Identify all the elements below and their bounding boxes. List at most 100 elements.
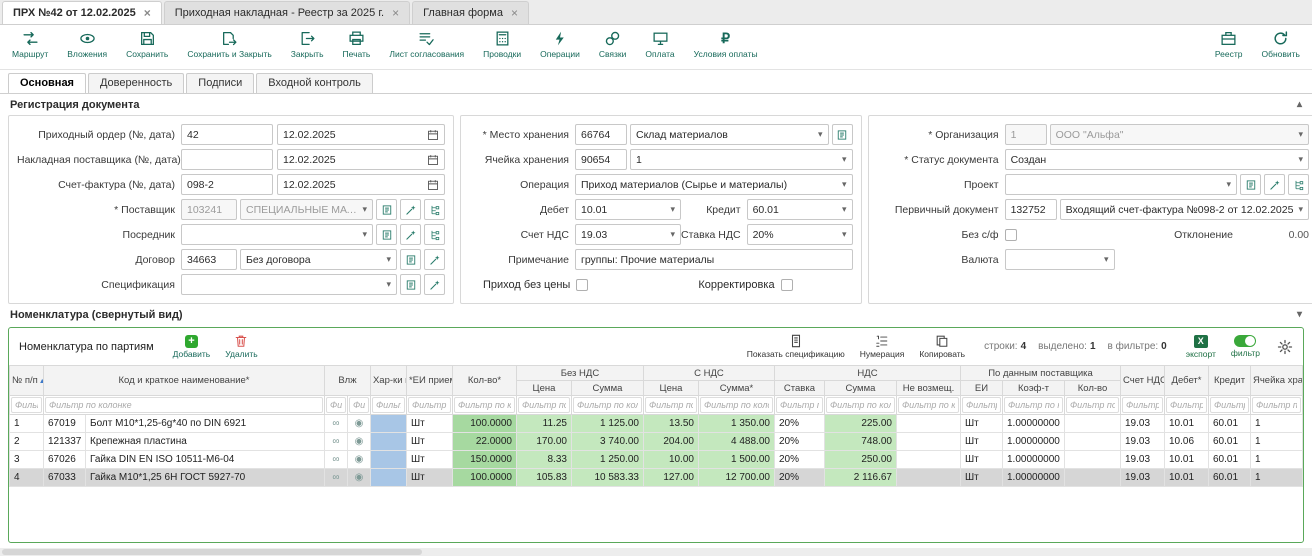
name-cell[interactable]: Гайка М10*1,25 6Н ГОСТ 5927-70	[86, 469, 325, 487]
num-cell[interactable]: 4	[10, 469, 44, 487]
close-tab-icon[interactable]: ×	[511, 7, 518, 19]
col-cell-header[interactable]: Ячейка хранения	[1251, 366, 1303, 396]
sub-price-header[interactable]: Цена	[516, 381, 571, 396]
code-cell[interactable]: 121337	[44, 433, 86, 451]
price-vat-cell[interactable]: 13.50	[643, 415, 698, 433]
chevron-down-icon[interactable]: ▾	[1221, 179, 1231, 190]
sum-vat-cell[interactable]: 1 350.00	[698, 415, 774, 433]
calendar-icon[interactable]	[427, 179, 439, 191]
sum-novat-cell[interactable]: 10 583.33	[571, 469, 643, 487]
waybill-number-input[interactable]	[181, 149, 273, 170]
filter-input[interactable]	[1210, 397, 1249, 413]
approval-sheet-button[interactable]: Лист согласования	[389, 30, 464, 59]
filter-input[interactable]	[1066, 397, 1119, 413]
vat-sum-cell[interactable]: 748.00	[824, 433, 896, 451]
invoice-number-input[interactable]: 098-2	[181, 174, 273, 195]
status-select[interactable]: Создан▾	[1005, 149, 1309, 170]
filter-input[interactable]	[454, 397, 515, 413]
link-cell[interactable]: ∞	[324, 433, 347, 451]
chevron-down-icon[interactable]: ▾	[357, 229, 367, 240]
sub-coef-header[interactable]: Коэф-т	[1003, 381, 1065, 396]
vat-nonrefund-cell[interactable]	[896, 469, 960, 487]
price-vat-cell[interactable]: 127.00	[643, 469, 698, 487]
contract-code-input[interactable]: 34663	[181, 249, 237, 270]
sum-novat-cell[interactable]: 1 125.00	[571, 415, 643, 433]
col-num-header[interactable]: № п/п▲	[10, 366, 44, 396]
supplier-coef-cell[interactable]: 1.00000000	[1003, 469, 1065, 487]
supplier-select[interactable]: СПЕЦИАЛЬНЫЕ МАТЕРИАЛЫ ООО▾	[240, 199, 373, 220]
name-cell[interactable]: Болт М10*1,25-6g*40 по DIN 6921	[86, 415, 325, 433]
supplier-ei-cell[interactable]: Шт	[961, 469, 1003, 487]
horizontal-scrollbar[interactable]	[0, 548, 1312, 556]
journal-button[interactable]	[1240, 174, 1261, 195]
order-date-input[interactable]: 12.02.2025	[277, 124, 445, 145]
contract-select[interactable]: Без договора▾	[240, 249, 397, 270]
filter-input[interactable]	[645, 397, 697, 413]
col-codename-header[interactable]: Код и краткое наименование*	[44, 366, 325, 396]
vat-rate-cell[interactable]: 20%	[774, 451, 824, 469]
supplier-ei-cell[interactable]: Шт	[961, 415, 1003, 433]
col-vataccount-header[interactable]: Счет НДС	[1121, 366, 1165, 396]
credit-cell[interactable]: 60.01	[1209, 433, 1251, 451]
link-cell[interactable]: ∞	[324, 415, 347, 433]
filter-input[interactable]	[1252, 397, 1301, 413]
print-button[interactable]: Печать	[343, 30, 371, 59]
supplier-qty-cell[interactable]	[1065, 433, 1121, 451]
nomenclature-section-header[interactable]: Номенклатура (свернутый вид) ▾	[0, 304, 1312, 325]
hierarchy-button[interactable]	[1288, 174, 1309, 195]
delete-row-button[interactable]: Удалить	[225, 334, 257, 359]
price-novat-cell[interactable]: 170.00	[516, 433, 571, 451]
operations-button[interactable]: Операции	[540, 30, 580, 59]
window-tab-main-form[interactable]: Главная форма ×	[412, 1, 529, 24]
chevron-down-icon[interactable]: ▾	[665, 204, 675, 215]
vat-sum-cell[interactable]: 2 116.67	[824, 469, 896, 487]
window-tab-registry[interactable]: Приходная накладная - Реестр за 2025 г. …	[164, 1, 410, 24]
num-cell[interactable]: 3	[10, 451, 44, 469]
debit-cell[interactable]: 10.06	[1165, 433, 1209, 451]
close-tab-icon[interactable]: ×	[144, 7, 151, 19]
filter-input[interactable]	[700, 397, 773, 413]
filter-input[interactable]	[776, 397, 823, 413]
vat-account-select[interactable]: 19.03▾	[575, 224, 681, 245]
wand-button[interactable]	[424, 249, 445, 270]
project-select[interactable]: ▾	[1005, 174, 1237, 195]
storage-cell-code-input[interactable]: 90654	[575, 149, 627, 170]
chevron-down-icon[interactable]: ▾	[813, 129, 823, 140]
debit-cell[interactable]: 10.01	[1165, 415, 1209, 433]
col-batch-header[interactable]: Хар-ки партии	[370, 366, 406, 396]
filter-input[interactable]	[45, 397, 323, 413]
attachment-cell[interactable]: ◉	[347, 469, 370, 487]
chevron-down-icon[interactable]: ▾	[357, 204, 367, 215]
tab-signatures[interactable]: Подписи	[186, 73, 254, 93]
table-row[interactable]: 3 67026 Гайка DIN EN ISO 10511-М6-04 ∞ ◉…	[10, 451, 1303, 469]
filter-input[interactable]	[326, 397, 346, 413]
num-cell[interactable]: 1	[10, 415, 44, 433]
journal-button[interactable]	[400, 249, 421, 270]
calendar-icon[interactable]	[427, 154, 439, 166]
price-novat-cell[interactable]: 8.33	[516, 451, 571, 469]
storage-cell-cell[interactable]: 1	[1251, 451, 1303, 469]
payment-terms-button[interactable]: ₽Условия оплаты	[694, 30, 758, 59]
vat-rate-cell[interactable]: 20%	[774, 415, 824, 433]
storage-cell-select[interactable]: 1▾	[630, 149, 853, 170]
chevron-down-icon[interactable]: ▾	[837, 179, 847, 190]
price-vat-cell[interactable]: 10.00	[643, 451, 698, 469]
group-withvat-header[interactable]: С НДС	[643, 366, 774, 381]
debit-select[interactable]: 10.01▾	[575, 199, 681, 220]
sum-vat-cell[interactable]: 1 500.00	[698, 451, 774, 469]
hierarchy-button[interactable]	[424, 224, 445, 245]
mediator-select[interactable]: ▾	[181, 224, 373, 245]
col-attach-header[interactable]: Влж	[324, 366, 370, 396]
vat-account-cell[interactable]: 19.03	[1121, 415, 1165, 433]
wand-button[interactable]	[1264, 174, 1285, 195]
batch-cell[interactable]	[370, 469, 406, 487]
filter-input[interactable]	[372, 397, 405, 413]
close-button[interactable]: Закрыть	[291, 30, 324, 59]
supplier-ei-cell[interactable]: Шт	[961, 451, 1003, 469]
batch-cell[interactable]	[370, 451, 406, 469]
batch-cell[interactable]	[370, 433, 406, 451]
attachment-cell[interactable]: ◉	[347, 433, 370, 451]
sort-asc-icon[interactable]: ▲	[39, 378, 44, 385]
chevron-down-icon[interactable]: ▾	[837, 229, 847, 240]
organization-code-input[interactable]: 1	[1005, 124, 1047, 145]
